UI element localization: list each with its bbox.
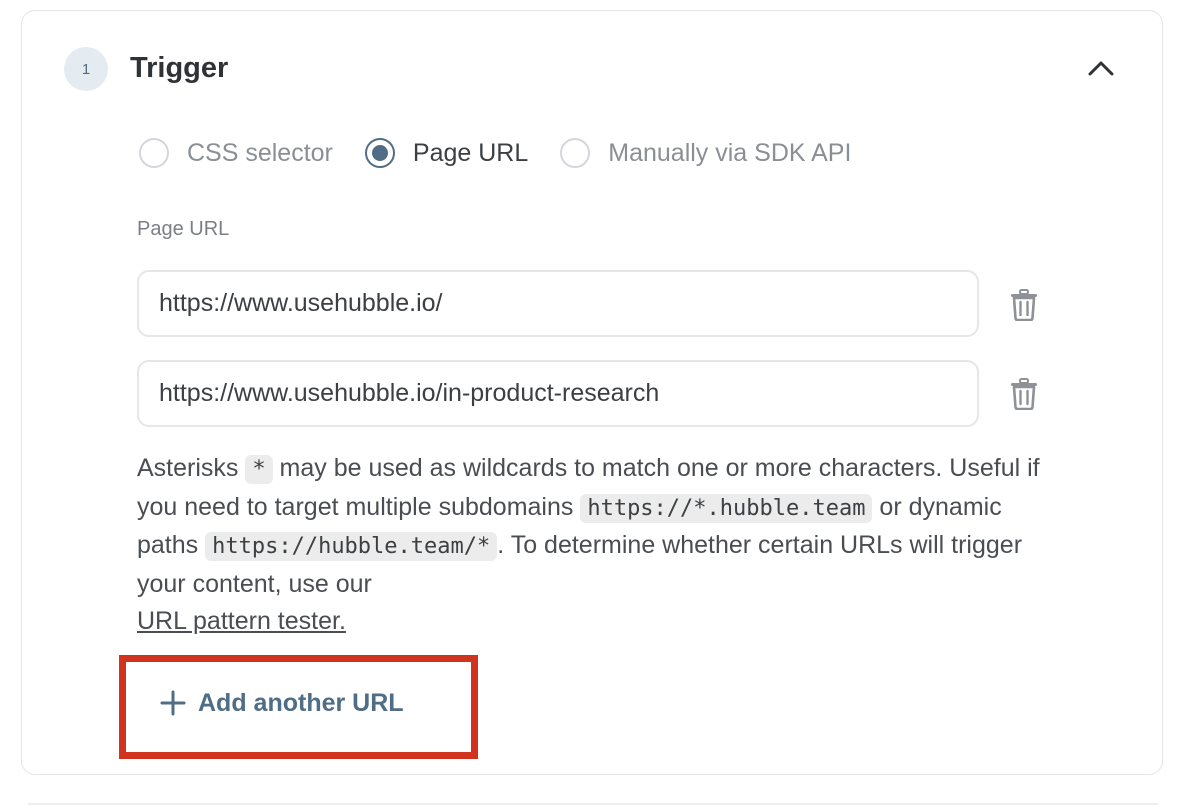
divider	[28, 803, 1158, 805]
page-url-input[interactable]	[137, 270, 979, 337]
trash-icon	[1011, 378, 1037, 410]
radio-label-manual-sdk: Manually via SDK API	[608, 138, 852, 167]
radio-label-page-url: Page URL	[412, 138, 529, 167]
radio-css-selector[interactable]: CSS selector	[139, 138, 333, 168]
radio-page-url[interactable]: Page URL	[364, 138, 529, 168]
code-asterisk: *	[245, 455, 273, 484]
code-subdomain-example: https://*.hubble.team	[580, 493, 873, 523]
page-url-field-label: Page URL	[137, 218, 230, 240]
radio-label-css-selector: CSS selector	[187, 138, 333, 167]
wildcard-help-text: Asterisks * may be used as wildcards to …	[137, 450, 1067, 641]
radio-circle-checked[interactable]	[364, 138, 395, 168]
radio-circle[interactable]	[560, 138, 591, 168]
chevron-up-icon	[1088, 61, 1114, 76]
trash-icon	[1011, 289, 1037, 321]
url-row	[137, 270, 979, 337]
add-another-url-button[interactable]: Add another URL	[160, 680, 404, 726]
collapse-button[interactable]	[1080, 48, 1122, 88]
radio-selected-dot	[371, 145, 388, 161]
radio-circle[interactable]	[139, 138, 169, 168]
trigger-type-radio-group: CSS selector Page URL Manually via SDK A…	[139, 135, 883, 171]
add-another-url-label: Add another URL	[198, 688, 404, 717]
delete-url-button[interactable]	[1004, 285, 1044, 325]
page-url-input[interactable]	[137, 360, 979, 427]
help-text-part: Asterisks	[137, 454, 246, 482]
url-pattern-tester-link[interactable]: URL pattern tester.	[137, 607, 346, 635]
plus-icon	[160, 690, 186, 716]
code-path-example: https://hubble.team/*	[205, 532, 498, 561]
url-row	[137, 360, 979, 427]
step-number-badge: 1	[64, 47, 108, 91]
section-title: Trigger	[130, 52, 229, 84]
delete-url-button[interactable]	[1004, 374, 1044, 414]
radio-manual-sdk[interactable]: Manually via SDK API	[560, 138, 851, 168]
